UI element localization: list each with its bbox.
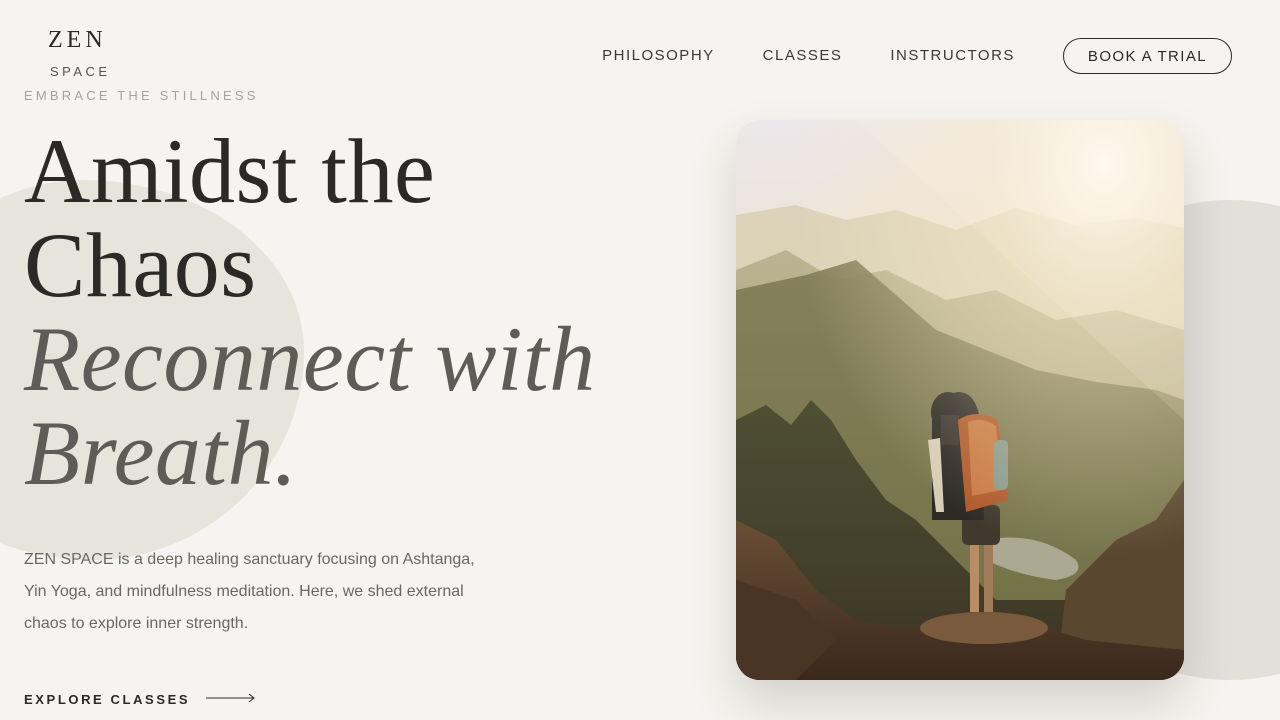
page: ZEN SPACE EMBRACE THE STILLNESS PHILOSOP… — [0, 0, 1280, 720]
hero-description: ZEN SPACE is a deep healing sanctuary fo… — [24, 551, 475, 632]
logo-wordmark: ZEN — [48, 27, 107, 53]
hero-headline: Amidst the Chaos Reconnect with Breath. — [24, 124, 596, 500]
explore-classes-label: EXPLORE CLASSES — [24, 691, 191, 707]
logo[interactable]: ZEN SPACE — [48, 26, 111, 79]
arrow-right-icon — [206, 690, 256, 708]
tagline: EMBRACE THE STILLNESS — [24, 88, 259, 103]
headline-line-3: Reconnect with — [24, 308, 596, 410]
headline-line-1: Amidst the — [24, 120, 436, 222]
logo-subtitle: SPACE — [50, 64, 111, 79]
hero-photo-hiker-mountains — [736, 120, 1184, 680]
headline-line-2: Chaos — [24, 214, 257, 316]
nav-link-classes[interactable]: CLASSES — [763, 37, 843, 75]
nav-link-instructors[interactable]: INSTRUCTORS — [890, 37, 1015, 75]
explore-classes-link[interactable]: EXPLORE CLASSES — [24, 690, 256, 708]
hero-heading-block: Amidst the Chaos Reconnect with Breath. — [24, 124, 596, 500]
book-trial-button[interactable]: BOOK A TRIAL — [1062, 38, 1232, 74]
headline-line-4: Breath. — [24, 402, 298, 504]
main-nav: PHILOSOPHY CLASSES INSTRUCTORS BOOK A TR… — [602, 37, 1232, 75]
nav-link-philosophy[interactable]: PHILOSOPHY — [602, 37, 715, 75]
